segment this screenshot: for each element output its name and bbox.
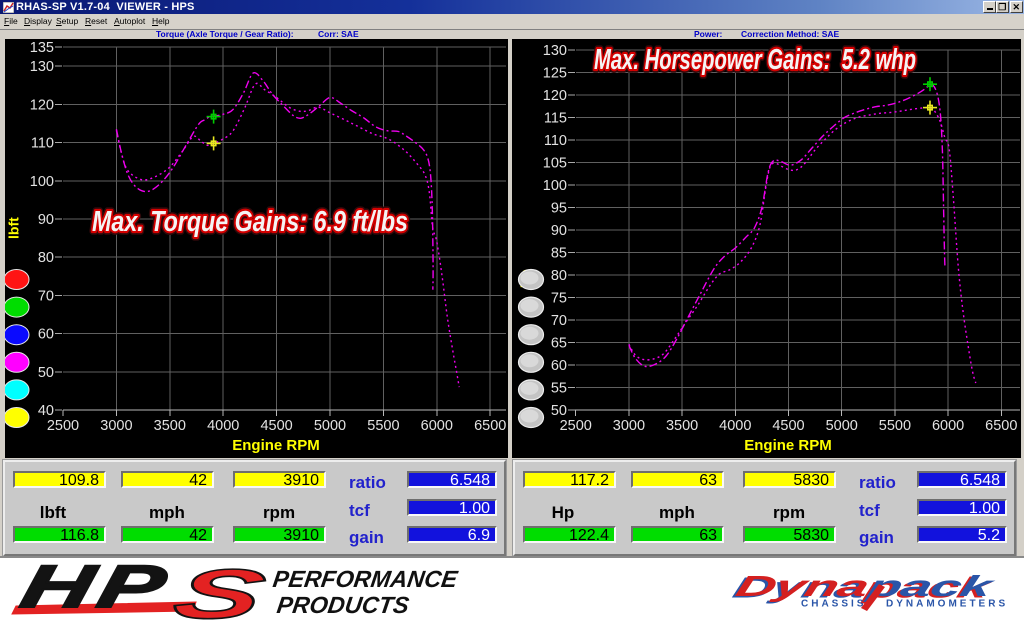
svg-text:110: 110 [544,133,567,149]
svg-text:2500: 2500 [47,418,79,434]
svg-text:Max. Torque Gains: 6.9 ft/lbs: Max. Torque Gains: 6.9 ft/lbs [92,206,408,238]
svg-text:130: 130 [30,59,54,75]
svg-text:70: 70 [38,288,54,304]
svg-text:55: 55 [551,381,567,397]
svg-text:HP: HP [15,558,178,620]
svg-text:6500: 6500 [985,418,1017,434]
svg-text:130: 130 [543,43,567,59]
svg-text:85: 85 [551,246,567,262]
svg-text:6000: 6000 [421,418,453,434]
svg-text:DYNAMOMETERS: DYNAMOMETERS [886,599,1008,610]
svg-text:2500: 2500 [560,418,592,434]
svg-text:Engine RPM: Engine RPM [232,437,320,454]
svg-text:40: 40 [38,403,54,419]
svg-text:75: 75 [551,291,567,307]
svg-text:CHASSIS: CHASSIS [801,599,866,610]
svg-text:3000: 3000 [100,418,132,434]
svg-text:4000: 4000 [207,418,239,434]
svg-text:3500: 3500 [666,418,698,434]
svg-text:3500: 3500 [154,418,186,434]
svg-text:60: 60 [38,327,54,343]
svg-text:3000: 3000 [613,418,645,434]
svg-text:120: 120 [543,88,567,104]
svg-text:90: 90 [38,212,54,228]
svg-text:115: 115 [544,111,567,127]
svg-text:5000: 5000 [314,418,346,434]
svg-text:105: 105 [543,156,567,172]
svg-text:lbft: lbft [6,217,22,239]
svg-text:5500: 5500 [367,418,399,434]
svg-text:120: 120 [30,97,54,113]
svg-text:PERFORMANCE: PERFORMANCE [271,567,460,593]
svg-text:135: 135 [30,40,54,56]
svg-text:80: 80 [551,268,567,284]
svg-text:PRODUCTS: PRODUCTS [275,593,411,619]
svg-text:Engine RPM: Engine RPM [744,437,832,454]
svg-text:65: 65 [551,336,567,352]
svg-text:4000: 4000 [719,418,751,434]
svg-text:6000: 6000 [932,418,964,434]
svg-text:4500: 4500 [260,418,292,434]
svg-text:90: 90 [551,223,567,239]
svg-text:125: 125 [543,66,567,82]
svg-text:5000: 5000 [826,418,858,434]
svg-text:110: 110 [31,136,54,152]
svg-text:70: 70 [551,313,567,329]
svg-text:5500: 5500 [879,418,911,434]
svg-text:80: 80 [38,250,54,266]
svg-text:60: 60 [551,358,567,374]
svg-text:S: S [166,558,273,621]
svg-text:6500: 6500 [474,418,506,434]
svg-text:95: 95 [551,201,567,217]
svg-text:100: 100 [30,174,54,190]
svg-text:100: 100 [543,178,567,194]
svg-text:Max. Horsepower Gains: 5.2 wh: Max. Horsepower Gains: 5.2 whp [594,44,916,76]
svg-text:50: 50 [551,403,567,419]
svg-text:50: 50 [38,365,54,381]
svg-text:4500: 4500 [772,418,804,434]
